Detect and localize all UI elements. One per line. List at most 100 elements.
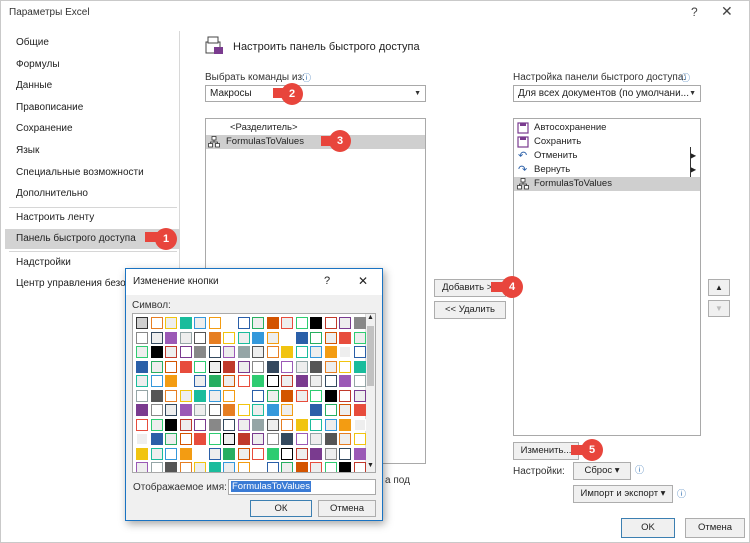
symbol-option-icon[interactable] xyxy=(179,389,192,402)
symbol-option-icon[interactable] xyxy=(295,375,308,387)
symbol-option-icon[interactable] xyxy=(237,331,250,344)
toolbar-commands-list[interactable]: Автосохранение Сохранить ↶ Отменить ▶ ↷ … xyxy=(513,118,701,436)
symbol-option-icon[interactable] xyxy=(266,389,279,402)
symbol-option-icon[interactable] xyxy=(353,346,366,358)
symbol-option-icon[interactable] xyxy=(208,360,221,373)
symbol-option-icon[interactable] xyxy=(150,433,163,445)
symbol-option-icon[interactable] xyxy=(237,447,250,460)
symbol-option-icon[interactable] xyxy=(281,389,293,402)
symbol-option-icon[interactable] xyxy=(310,317,322,329)
list-item-save[interactable]: Сохранить xyxy=(514,135,700,149)
symbol-option-icon[interactable] xyxy=(266,404,279,416)
symbol-option-icon[interactable] xyxy=(339,433,351,445)
symbol-option-icon[interactable] xyxy=(295,317,308,329)
symbol-option-icon[interactable] xyxy=(165,418,177,431)
list-item-separator[interactable]: <Разделитель> xyxy=(206,121,425,135)
symbol-option-icon[interactable] xyxy=(324,462,337,472)
symbol-option-icon[interactable] xyxy=(353,418,366,431)
symbol-option-icon[interactable] xyxy=(223,346,235,358)
symbol-option-icon[interactable] xyxy=(324,346,337,358)
symbol-option-icon[interactable] xyxy=(339,418,351,431)
symbol-option-icon[interactable] xyxy=(208,418,221,431)
symbol-option-icon[interactable] xyxy=(252,389,264,402)
symbol-option-icon[interactable] xyxy=(194,433,206,445)
symbol-option-icon[interactable] xyxy=(136,346,148,358)
symbol-option-icon[interactable] xyxy=(281,447,293,460)
symbol-option-icon[interactable] xyxy=(194,317,206,329)
scroll-up-icon[interactable]: ▲ xyxy=(366,314,375,324)
symbol-option-icon[interactable] xyxy=(324,331,337,344)
symbol-option-icon[interactable] xyxy=(150,389,163,402)
symbol-option-icon[interactable] xyxy=(310,462,322,472)
symbol-option-icon[interactable] xyxy=(339,375,351,387)
symbol-option-icon[interactable] xyxy=(310,404,322,416)
symbol-option-icon[interactable] xyxy=(324,375,337,387)
symbol-option-icon[interactable] xyxy=(208,447,221,460)
symbol-option-icon[interactable] xyxy=(353,317,366,329)
symbol-option-icon[interactable] xyxy=(295,389,308,402)
symbol-option-icon[interactable] xyxy=(339,331,351,344)
symbol-option-icon[interactable] xyxy=(252,317,264,329)
scroll-down-icon[interactable]: ▼ xyxy=(366,462,375,472)
symbol-option-icon[interactable] xyxy=(266,418,279,431)
list-item-formulas-to-values[interactable]: FormulasToValues xyxy=(514,177,700,191)
reset-button[interactable]: Сброс ▾ xyxy=(573,462,631,480)
sidebar-item-formulas[interactable]: Формулы xyxy=(5,55,180,75)
symbol-option-icon[interactable] xyxy=(223,375,235,387)
symbol-option-icon[interactable] xyxy=(179,331,192,344)
symbol-option-icon[interactable] xyxy=(324,360,337,373)
list-item-formulas-to-values[interactable]: FormulasToValues xyxy=(206,135,425,149)
symbol-option-icon[interactable] xyxy=(310,389,322,402)
symbol-option-icon[interactable] xyxy=(324,389,337,402)
symbol-option-icon[interactable] xyxy=(194,360,206,373)
symbol-option-icon[interactable] xyxy=(165,447,177,460)
symbol-option-icon[interactable] xyxy=(179,433,192,445)
symbol-option-icon[interactable] xyxy=(252,418,264,431)
symbol-option-icon[interactable] xyxy=(208,331,221,344)
symbol-option-icon[interactable] xyxy=(237,418,250,431)
symbol-option-icon[interactable] xyxy=(281,331,293,344)
symbol-option-icon[interactable] xyxy=(208,317,221,329)
symbol-option-icon[interactable] xyxy=(281,462,293,472)
symbol-option-icon[interactable] xyxy=(223,331,235,344)
symbol-option-icon[interactable] xyxy=(136,375,148,387)
symbol-option-icon[interactable] xyxy=(339,360,351,373)
customize-toolbar-dropdown[interactable]: Для всех документов (по умолчани... ▼ xyxy=(513,85,701,102)
symbol-option-icon[interactable] xyxy=(208,404,221,416)
dialog-help-button[interactable]: ? xyxy=(324,275,330,287)
symbol-option-icon[interactable] xyxy=(150,404,163,416)
symbol-option-icon[interactable] xyxy=(165,360,177,373)
symbol-option-icon[interactable] xyxy=(179,418,192,431)
symbol-option-icon[interactable] xyxy=(324,317,337,329)
symbol-option-icon[interactable] xyxy=(136,433,148,445)
symbol-option-icon[interactable] xyxy=(339,404,351,416)
symbol-option-icon[interactable] xyxy=(310,346,322,358)
import-export-button[interactable]: Импорт и экспорт ▾ xyxy=(573,485,673,503)
symbol-option-icon[interactable] xyxy=(353,360,366,373)
sidebar-item-proofing[interactable]: Правописание xyxy=(5,98,180,118)
symbol-option-icon[interactable] xyxy=(281,375,293,387)
symbol-option-icon[interactable] xyxy=(165,462,177,472)
symbol-option-icon[interactable] xyxy=(208,462,221,472)
symbol-option-icon[interactable] xyxy=(194,404,206,416)
symbol-option-icon[interactable] xyxy=(339,317,351,329)
sidebar-item-language[interactable]: Язык xyxy=(5,141,180,161)
symbol-option-icon[interactable] xyxy=(208,389,221,402)
list-item-undo[interactable]: ↶ Отменить ▶ xyxy=(514,149,700,163)
sidebar-item-save[interactable]: Сохранение xyxy=(5,119,180,139)
symbol-option-icon[interactable] xyxy=(252,331,264,344)
symbol-option-icon[interactable] xyxy=(136,462,148,472)
symbol-option-icon[interactable] xyxy=(295,346,308,358)
dialog-cancel-button[interactable]: Отмена xyxy=(318,500,376,517)
cancel-button[interactable]: Отмена xyxy=(685,518,745,538)
symbol-option-icon[interactable] xyxy=(353,375,366,387)
symbol-option-icon[interactable] xyxy=(324,418,337,431)
symbol-option-icon[interactable] xyxy=(208,346,221,358)
symbol-option-icon[interactable] xyxy=(324,433,337,445)
symbol-grid-scrollbar[interactable]: ▲ ▼ xyxy=(365,314,375,472)
symbol-option-icon[interactable] xyxy=(295,360,308,373)
symbol-option-icon[interactable] xyxy=(237,346,250,358)
symbol-option-icon[interactable] xyxy=(237,404,250,416)
symbol-option-icon[interactable] xyxy=(194,418,206,431)
symbol-option-icon[interactable] xyxy=(136,389,148,402)
